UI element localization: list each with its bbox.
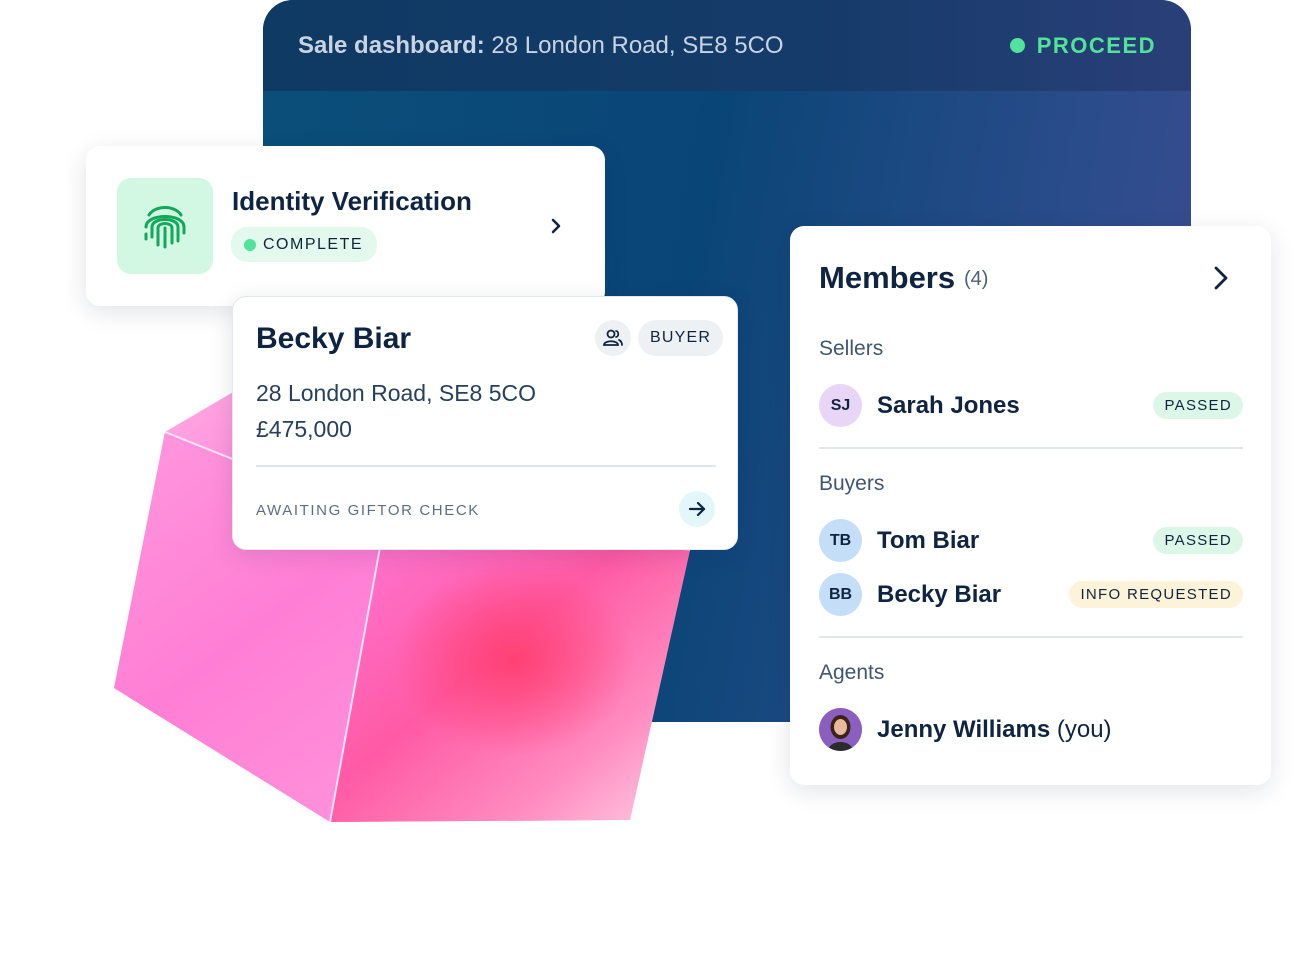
section-label-sellers: Sellers bbox=[819, 337, 884, 360]
arrow-right-icon bbox=[688, 501, 706, 517]
buyer-price: £475,000 bbox=[256, 416, 352, 442]
buyer-address: 28 London Road, SE8 5CO bbox=[256, 380, 537, 406]
identity-verification-card[interactable]: Identity Verification COMPLETE bbox=[86, 146, 605, 306]
member-name: Tom Biar bbox=[877, 527, 980, 554]
avatar bbox=[819, 708, 862, 751]
dashboard-title-label: Sale dashboard: bbox=[298, 31, 485, 59]
dashboard-header: Sale dashboard: 28 London Road, SE8 5CO … bbox=[263, 0, 1191, 91]
status-dot-icon bbox=[1009, 38, 1025, 53]
member-name: Sarah Jones bbox=[877, 392, 1020, 419]
buyer-name: Becky Biar bbox=[256, 322, 412, 355]
dashboard-status: PROCEED bbox=[1009, 32, 1156, 59]
dashboard-title: Sale dashboard: 28 London Road, SE8 5CO bbox=[298, 32, 784, 60]
member-row[interactable]: Jenny Williams (you) bbox=[819, 708, 1243, 752]
status-badge: PASSED bbox=[1153, 392, 1243, 419]
fingerprint-icon-tile bbox=[117, 178, 213, 274]
member-row[interactable]: TB Tom Biar PASSED bbox=[819, 519, 1243, 563]
avatar: SJ bbox=[819, 384, 862, 427]
identity-status-text: COMPLETE bbox=[263, 235, 364, 253]
member-name-suffix: (you) bbox=[1056, 716, 1112, 743]
user-photo-icon bbox=[819, 708, 862, 751]
section-label-buyers: Buyers bbox=[819, 472, 885, 495]
identity-status-badge: COMPLETE bbox=[231, 227, 378, 262]
member-row[interactable]: SJ Sarah Jones PASSED bbox=[819, 384, 1243, 428]
avatar: BB bbox=[819, 573, 862, 616]
users-icon bbox=[595, 320, 631, 356]
buyer-role-badge: BUYER bbox=[638, 320, 724, 356]
identity-verification-title: Identity Verification bbox=[232, 186, 472, 216]
members-count: (4) bbox=[964, 268, 989, 290]
section-label-agents: Agents bbox=[819, 661, 885, 684]
fingerprint-icon bbox=[144, 206, 186, 249]
member-name-text: Jenny Williams bbox=[877, 716, 1051, 743]
divider bbox=[819, 447, 1243, 449]
divider bbox=[819, 636, 1243, 638]
chevron-right-icon[interactable] bbox=[1212, 264, 1230, 292]
status-text: PROCEED bbox=[1036, 32, 1156, 58]
status-badge: PASSED bbox=[1153, 527, 1243, 554]
status-badge: INFO REQUESTED bbox=[1069, 581, 1243, 608]
members-card: Members (4) Sellers SJ Sarah Jones PASSE… bbox=[790, 226, 1271, 785]
members-title: Members bbox=[819, 260, 956, 295]
chevron-right-icon[interactable] bbox=[548, 216, 564, 236]
avatar: TB bbox=[819, 519, 862, 562]
status-dot-icon bbox=[244, 238, 256, 251]
member-name: Becky Biar bbox=[877, 581, 1002, 608]
buyer-status-text: AWAITING GIFTOR CHECK bbox=[256, 502, 480, 519]
dashboard-title-address: 28 London Road, SE8 5CO bbox=[491, 31, 784, 59]
member-name: Jenny Williams (you) bbox=[877, 716, 1112, 744]
buyer-card[interactable]: Becky Biar BUYER 28 London Road, SE8 5CO… bbox=[232, 296, 738, 550]
divider bbox=[256, 465, 716, 467]
member-row[interactable]: BB Becky Biar INFO REQUESTED bbox=[819, 573, 1243, 617]
arrow-right-button[interactable] bbox=[679, 491, 715, 527]
